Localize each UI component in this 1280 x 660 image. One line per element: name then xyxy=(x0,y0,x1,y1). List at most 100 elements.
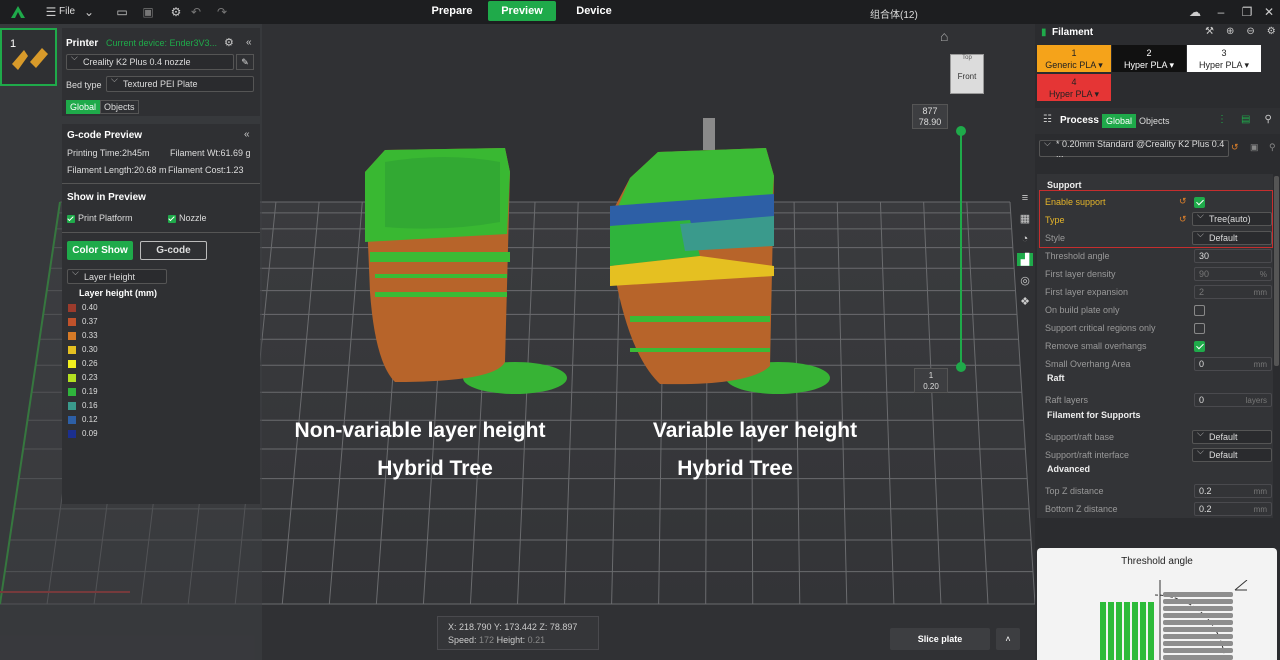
nozzle-label: Nozzle xyxy=(179,213,207,223)
reset-icon[interactable]: ↺ xyxy=(1179,214,1187,225)
filament-length: Filament Length:20.68 m xyxy=(67,165,167,175)
speed-value: 172 xyxy=(479,635,495,645)
collapse-icon[interactable]: « xyxy=(244,129,250,140)
color-show-button[interactable]: Color Show xyxy=(67,241,133,260)
small-overhang-input[interactable]: 0 mm xyxy=(1194,357,1272,371)
cloud-upload-icon[interactable]: ☁ xyxy=(1186,0,1204,24)
unit-label: layers xyxy=(1245,395,1267,405)
view-cube[interactable]: Top Front xyxy=(950,54,984,94)
printer-select[interactable]: Creality K2 Plus 0.4 nozzle xyxy=(66,52,234,70)
layers-icon[interactable]: ≡ xyxy=(1022,192,1028,204)
minimize-icon[interactable]: – xyxy=(1214,0,1228,24)
bed-type-select[interactable]: Textured PEI Plate xyxy=(106,74,254,92)
reset-icon[interactable]: ↺ xyxy=(1179,196,1187,207)
filament-slot-3[interactable]: 3 Hyper PLA ▾ xyxy=(1187,45,1261,72)
top-z-input[interactable]: 0.2 mm xyxy=(1194,484,1272,498)
file-menu[interactable]: File xyxy=(59,6,75,17)
support-section-title: Support xyxy=(1047,180,1082,190)
view-type-select[interactable]: Layer Height xyxy=(67,267,167,284)
menu-icon[interactable]: ☰ xyxy=(44,0,58,24)
speed-icon[interactable]: ◔ xyxy=(1022,233,1029,245)
filament-slot-2[interactable]: 2 Hyper PLA ▾ xyxy=(1112,45,1186,72)
filament-slot-number: 1 xyxy=(1071,48,1077,58)
home-icon[interactable]: ⌂ xyxy=(940,28,948,44)
filament-slot-4[interactable]: 4 Hyper PLA ▾ xyxy=(1037,74,1111,101)
layer-slider-bottom-handle[interactable] xyxy=(956,362,966,372)
redo-icon[interactable]: ↷ xyxy=(214,0,230,24)
legend-item: 0.37 xyxy=(68,317,98,326)
add-icon[interactable]: ⊕ xyxy=(1226,26,1234,37)
model-variable[interactable] xyxy=(590,116,850,416)
tab-device[interactable]: Device xyxy=(562,1,626,21)
layer-slider-top-handle[interactable] xyxy=(956,126,966,136)
tree-icon[interactable]: ⋮ xyxy=(1217,114,1227,125)
chevron-up-icon[interactable]: ˄ xyxy=(996,628,1020,650)
scope-objects[interactable]: Objects xyxy=(1136,115,1173,127)
grid-icon[interactable]: ▦ xyxy=(1020,212,1030,225)
nozzle-checkbox[interactable]: Nozzle xyxy=(168,213,207,223)
edit-icon[interactable]: ✎ xyxy=(236,54,254,70)
chart-icon[interactable]: ▟ xyxy=(1017,253,1033,266)
undo-icon[interactable]: ↶ xyxy=(188,0,204,24)
scope-global[interactable]: Global xyxy=(66,100,101,114)
save-icon[interactable]: ▣ xyxy=(1250,142,1259,153)
caption-right-line2: Hybrid Tree xyxy=(677,457,793,480)
filament-tools: ⚒ ⊕ ⊖ ⚙ xyxy=(1205,26,1276,37)
tab-preview[interactable]: Preview xyxy=(488,1,556,21)
process-preset-select[interactable]: * 0.20mm Standard @Creality K2 Plus 0.4 … xyxy=(1039,138,1229,159)
plate-thumbnail[interactable]: 1 xyxy=(0,28,57,86)
save-icon[interactable]: ▣ xyxy=(140,0,156,24)
print-platform-checkbox[interactable]: Print Platform xyxy=(67,213,133,223)
legend-swatch xyxy=(68,415,76,424)
layer-slider-track[interactable] xyxy=(960,131,962,367)
tab-prepare[interactable]: Prepare xyxy=(420,1,484,21)
app-logo-icon[interactable] xyxy=(8,0,28,24)
filament-slot-1[interactable]: 1 Generic PLA ▾ xyxy=(1037,45,1111,72)
support-interface-select[interactable]: Default xyxy=(1192,446,1272,462)
type-select[interactable]: Tree(auto) xyxy=(1192,210,1272,226)
collapse-icon[interactable]: « xyxy=(246,37,252,48)
enable-support-checkbox[interactable] xyxy=(1194,197,1205,208)
support-base-select[interactable]: Default xyxy=(1192,428,1272,444)
search-icon[interactable]: ⚲ xyxy=(1264,114,1271,125)
slider-top-label: 877 78.90 xyxy=(912,104,948,129)
on-build-plate-checkbox[interactable] xyxy=(1194,305,1205,316)
cluster-icon[interactable]: ❖ xyxy=(1020,295,1030,308)
scrollbar[interactable] xyxy=(1274,176,1279,366)
scope-objects[interactable]: Objects xyxy=(100,100,139,114)
filament-icon: ▮ xyxy=(1041,27,1047,38)
chevron-down-icon[interactable]: ⌄ xyxy=(82,0,96,24)
filament-weight: Filament Wt:61.69 g xyxy=(170,148,251,158)
top-toolbar: ☰ File ⌄ ▭ ▣ ⚙ ↶ ↷ Prepare Preview Devic… xyxy=(0,0,1280,24)
gcode-button[interactable]: G-code xyxy=(140,241,207,260)
close-icon[interactable]: ✕ xyxy=(1262,0,1276,24)
bottom-z-input[interactable]: 0.2 mm xyxy=(1194,502,1272,516)
height-label: Height: xyxy=(496,635,526,645)
threshold-input[interactable]: 30 xyxy=(1194,249,1272,263)
critical-regions-label: Support critical regions only xyxy=(1045,323,1156,333)
first-layer-expansion-input[interactable]: 2 mm xyxy=(1194,285,1272,299)
settings-icon[interactable]: ⚙ xyxy=(1267,26,1276,37)
slice-plate-button[interactable]: Slice plate xyxy=(890,628,990,650)
maximize-icon[interactable]: ❐ xyxy=(1240,0,1254,24)
critical-regions-checkbox[interactable] xyxy=(1194,323,1205,334)
brush-icon[interactable]: ⚒ xyxy=(1205,26,1214,37)
style-select[interactable]: Default xyxy=(1192,229,1272,245)
scope-global[interactable]: Global xyxy=(1102,114,1137,128)
reset-icon[interactable]: ↺ xyxy=(1231,142,1239,153)
gear-icon[interactable]: ⚙ xyxy=(224,36,234,49)
search-icon[interactable]: ⚲ xyxy=(1269,142,1276,153)
first-layer-density-input[interactable]: 90% xyxy=(1194,267,1272,281)
model-non-variable[interactable] xyxy=(325,142,585,422)
cube-top: Top xyxy=(962,55,972,61)
gear-icon[interactable]: ⚙ xyxy=(168,0,184,24)
legend-value: 0.26 xyxy=(82,359,98,368)
target-icon[interactable]: ◎ xyxy=(1020,274,1030,287)
open-folder-icon[interactable]: ▭ xyxy=(114,0,130,24)
compare-icon[interactable]: ▤ xyxy=(1241,114,1250,125)
remove-small-label: Remove small overhangs xyxy=(1045,341,1147,351)
remove-small-checkbox[interactable] xyxy=(1194,341,1205,352)
remove-icon[interactable]: ⊖ xyxy=(1246,26,1254,37)
raft-layers-input[interactable]: 0 layers xyxy=(1194,393,1272,407)
threshold-angle-illustration xyxy=(1100,580,1248,660)
